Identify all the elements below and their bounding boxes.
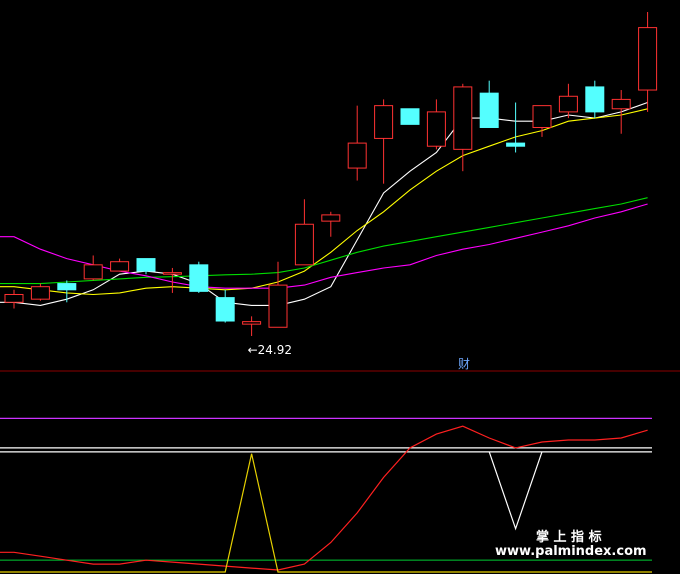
candle (242, 316, 262, 336)
candle-body (4, 293, 24, 303)
candle (30, 283, 50, 301)
candle-body (638, 27, 658, 91)
candle-body (506, 142, 526, 147)
candle (321, 211, 341, 237)
candle-body (611, 98, 631, 110)
chart-stage: ←24.92 财 掌 上 指 标 www.palmindex.com (0, 0, 680, 574)
candle (215, 289, 235, 323)
candle-body (558, 95, 578, 113)
candle-body (426, 111, 446, 147)
candle (189, 261, 209, 293)
candle-body (215, 297, 235, 322)
candle-body (162, 272, 182, 275)
candle-body (110, 261, 130, 272)
candle-body (83, 264, 103, 280)
candle-body (374, 105, 394, 139)
candle (400, 108, 420, 125)
watermark-chinese: 掌 上 指 标 (536, 529, 602, 545)
candle (611, 90, 631, 134)
candle (57, 280, 77, 303)
main-price-panel: ←24.92 (0, 12, 658, 357)
candle-body (479, 92, 499, 128)
watermark-url: www.palmindex.com (495, 544, 647, 559)
candle (479, 80, 499, 128)
candle-body (321, 214, 341, 222)
candle-body (136, 258, 156, 272)
candle (453, 83, 473, 172)
candle-body (453, 86, 473, 150)
candle (506, 102, 526, 153)
candle-body (30, 286, 50, 300)
candle (585, 80, 605, 119)
candle (110, 258, 130, 272)
low-price-annotation: ←24.92 (248, 343, 292, 357)
candle (347, 105, 367, 181)
candle (294, 199, 314, 266)
indicator-dip-white (488, 451, 543, 531)
candle-body (57, 283, 77, 291)
candlestick-chart: ←24.92 财 掌 上 指 标 www.palmindex.com (0, 12, 680, 573)
candle-body (585, 86, 605, 113)
candle-body (268, 284, 288, 328)
candle (426, 99, 446, 150)
indicator-label: 财 (458, 357, 470, 371)
candle-body (189, 264, 209, 292)
candle (83, 255, 103, 281)
candle (4, 289, 24, 309)
candle (558, 83, 578, 119)
candle-body (242, 321, 262, 325)
candle-body (532, 105, 552, 128)
candle-body (400, 108, 420, 125)
candle-body (294, 223, 314, 266)
candle (638, 12, 658, 112)
candle (374, 99, 394, 184)
candle-body (347, 142, 367, 169)
